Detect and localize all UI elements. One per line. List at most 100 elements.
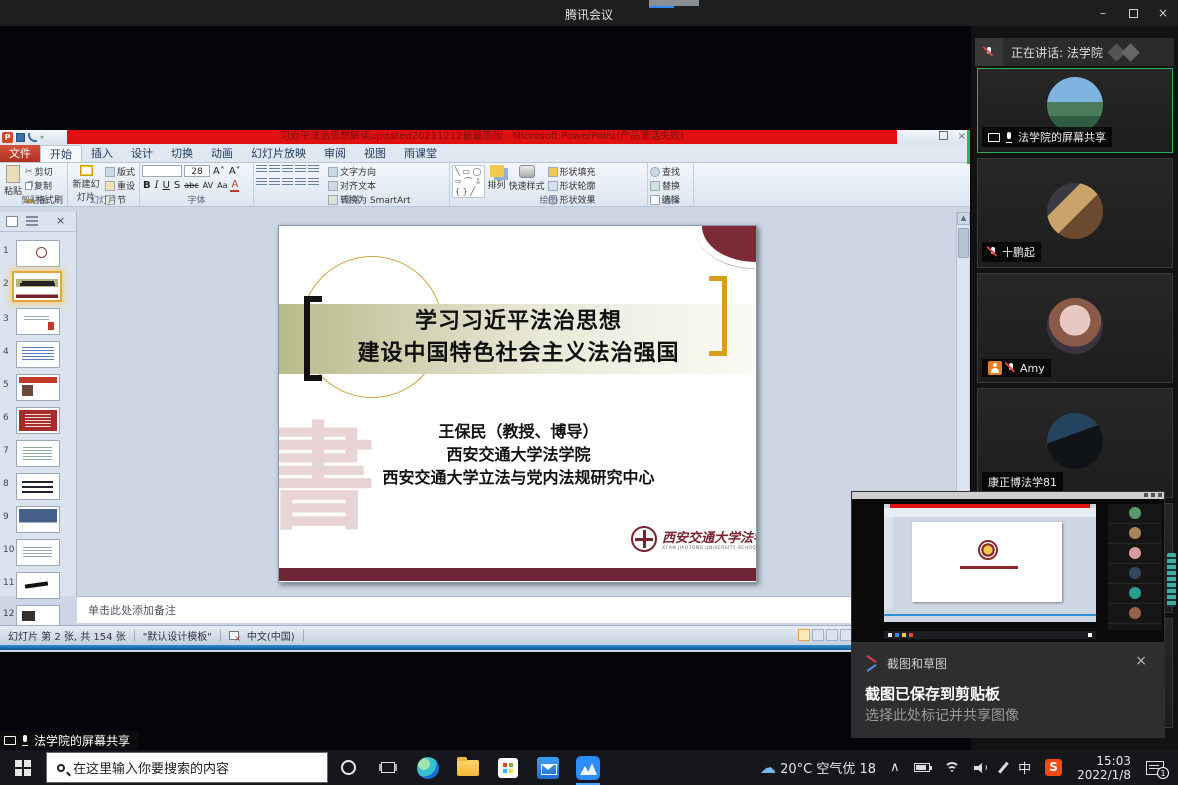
tab-design[interactable]: 设计 [122, 145, 162, 162]
shape-outline-button[interactable]: 形状轮廓 [548, 179, 596, 192]
reading-view-icon[interactable] [826, 629, 838, 641]
minimize-button[interactable]: – [1088, 0, 1118, 26]
preview-restore-icon[interactable] [1151, 493, 1155, 497]
volume-button[interactable] [967, 750, 995, 785]
numbering-icon[interactable] [269, 165, 280, 174]
bullets-icon[interactable] [256, 165, 267, 174]
underline-button[interactable]: U [162, 180, 171, 191]
participant-tile[interactable]: Amy [977, 273, 1173, 383]
line-spacing-icon[interactable] [308, 165, 319, 174]
task-view-button[interactable] [368, 750, 408, 785]
mail-button[interactable] [528, 750, 568, 785]
slide-thumbnail[interactable] [16, 539, 60, 566]
participant-tile[interactable]: 康正博法学81 [977, 388, 1173, 498]
align-right-icon[interactable] [282, 178, 293, 187]
shrink-font-button[interactable]: A˅ [228, 166, 242, 177]
justify-icon[interactable] [295, 178, 306, 187]
tab-view[interactable]: 视图 [355, 145, 395, 162]
font-name-box[interactable] [142, 165, 182, 177]
text-direction-button[interactable]: 文字方向 [328, 165, 410, 178]
tab-yuketang[interactable]: 雨课堂 [395, 145, 446, 162]
notification-close-icon[interactable]: × [1135, 653, 1147, 669]
align-left-icon[interactable] [256, 178, 267, 187]
start-button[interactable] [0, 750, 46, 785]
action-center-button[interactable]: 1 [1139, 750, 1178, 785]
close-button[interactable]: × [1148, 0, 1178, 26]
notes-pane[interactable]: 单击此处添加备注 [77, 596, 957, 623]
slide-thumbnail[interactable] [16, 341, 60, 368]
find-button[interactable]: 查找 [650, 165, 680, 178]
ppt-titlebar[interactable]: P ▾ 习近平法治思想解读updated20211212最最简版 - Micro… [0, 130, 970, 145]
bold-button[interactable]: B [142, 180, 152, 191]
columns-icon[interactable] [308, 178, 319, 187]
battery-button[interactable] [907, 750, 937, 785]
ime-button[interactable]: 中 [1011, 750, 1038, 785]
shape-fill-button[interactable]: 形状填充 [548, 165, 596, 178]
slide-thumbnail[interactable] [16, 506, 60, 533]
sidebar-scroll-indicator[interactable] [1167, 553, 1176, 607]
layout-button[interactable]: 版式 [105, 165, 135, 178]
slide-thumbnail[interactable] [16, 572, 60, 599]
file-explorer-button[interactable] [448, 750, 488, 785]
scroll-up-icon[interactable]: ▲ [957, 212, 970, 225]
slide-thumbnail[interactable] [16, 473, 60, 500]
slide-thumbnail[interactable] [16, 308, 60, 335]
clock[interactable]: 15:03 2022/1/8 [1069, 750, 1139, 785]
qat-dropdown-icon[interactable]: ▾ [40, 133, 44, 142]
snip-notification[interactable]: 截图和草图 × 截图已保存到剪贴板 选择此处标记并共享图像 [851, 643, 1165, 738]
strikethrough-button[interactable]: abc [183, 181, 199, 190]
hidden-icons-button[interactable]: ∧ [883, 750, 907, 785]
participant-tile[interactable]: 十鹏起 [977, 158, 1173, 268]
change-case-button[interactable]: Aa [216, 181, 228, 190]
pen-button[interactable] [995, 750, 1012, 785]
character-spacing-button[interactable]: AV [202, 181, 214, 190]
slide-thumbnail-selected[interactable] [12, 271, 62, 302]
slide-thumbnail[interactable] [16, 440, 60, 467]
align-center-icon[interactable] [269, 178, 280, 187]
outline-tab-icon[interactable] [26, 216, 38, 227]
screenshot-preview-window[interactable] [851, 491, 1165, 643]
save-icon[interactable] [16, 133, 25, 142]
shapes-row-1[interactable]: ╲ ▭ ◯ [455, 167, 482, 176]
slide-thumbnail[interactable] [16, 605, 60, 627]
tab-review[interactable]: 审阅 [315, 145, 355, 162]
slide-thumbnail[interactable] [16, 240, 60, 267]
language-indicator[interactable]: 中文(中国) [247, 628, 295, 643]
slide-thumbnail[interactable] [16, 374, 60, 401]
tab-transitions[interactable]: 切换 [162, 145, 202, 162]
ppt-restore-icon[interactable] [939, 131, 948, 140]
scrollbar-thumb[interactable] [958, 228, 969, 258]
tab-slideshow[interactable]: 幻灯片放映 [242, 145, 315, 162]
tab-insert[interactable]: 插入 [82, 145, 122, 162]
shadow-button[interactable]: S [173, 180, 181, 191]
indent-increase-icon[interactable] [295, 165, 306, 174]
undo-icon[interactable] [28, 133, 37, 142]
notification-subtitle[interactable]: 选择此处标记并共享图像 [865, 705, 1019, 725]
store-button[interactable] [488, 750, 528, 785]
preview-close-icon[interactable] [1158, 493, 1162, 497]
participant-tile[interactable]: 法学院的屏幕共享 [977, 68, 1173, 153]
indent-decrease-icon[interactable] [282, 165, 293, 174]
arrange-button[interactable]: 排列 [488, 165, 506, 191]
shapes-row-2[interactable]: ⇨ ⌒ ⇩ [455, 177, 482, 186]
cut-button[interactable]: ✂剪切 [25, 165, 63, 178]
preview-minimize-icon[interactable] [1144, 493, 1148, 497]
cortana-button[interactable] [328, 750, 368, 785]
font-size-box[interactable]: 28 [184, 165, 210, 177]
quick-styles-button[interactable]: 快速样式 [509, 165, 545, 192]
tencent-meeting-button[interactable] [568, 750, 608, 785]
tab-file[interactable]: 文件 [0, 145, 40, 162]
grow-font-button[interactable]: A˄ [212, 166, 226, 177]
ppt-close-icon[interactable]: × [958, 131, 966, 142]
tab-animations[interactable]: 动画 [202, 145, 242, 162]
normal-view-icon[interactable] [798, 629, 810, 641]
tab-home[interactable]: 开始 [40, 145, 82, 162]
slides-tab-icon[interactable] [6, 216, 18, 227]
slide-canvas[interactable]: 学习习近平法治思想 建设中国特色社会主义法治强国 書 王保民（教授、博导） 西安… [278, 225, 757, 583]
taskbar-search-input[interactable]: 在这里输入你要搜索的内容 [46, 752, 328, 783]
network-button[interactable] [937, 750, 967, 785]
weather-widget[interactable]: ☁ 20°C 空气优 18 [753, 750, 883, 785]
italic-button[interactable]: I [154, 180, 160, 191]
slide-sorter-view-icon[interactable] [812, 629, 824, 641]
close-pane-icon[interactable]: × [56, 214, 65, 227]
